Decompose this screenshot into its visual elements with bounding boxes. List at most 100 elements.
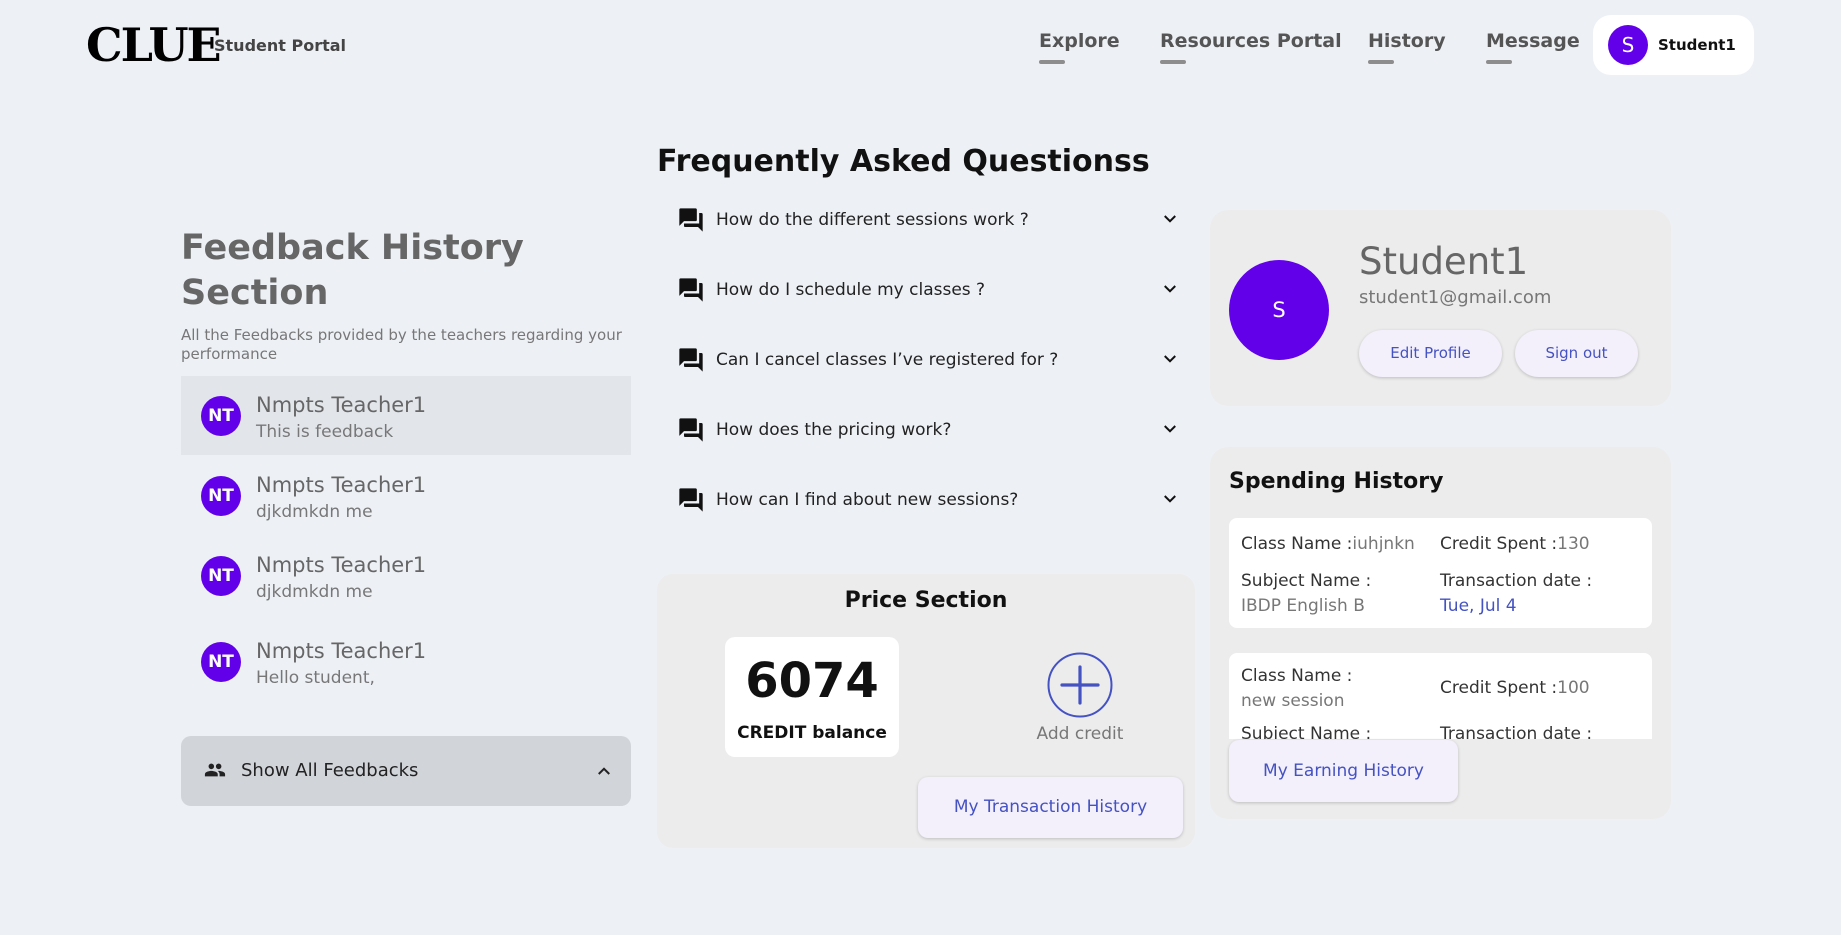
spending-history-card: Spending History Class Name :iuhjnkn Cre… [1210,447,1671,819]
credit-balance-label: CREDIT balance [737,723,887,743]
spending-entry: Class Name : new session Credit Spent :1… [1229,653,1652,739]
chevron-down-icon [1164,355,1176,363]
earning-history-button[interactable]: My Earning History [1229,740,1458,802]
spending-history-title: Spending History [1229,469,1444,494]
credit-spent-value: 130 [1557,534,1590,554]
faq-question: Can I cancel classes I’ve registered for… [716,350,1059,370]
nav-explore[interactable]: Explore [1039,30,1120,64]
nav-message-label: Message [1486,30,1580,52]
transaction-history-button[interactable]: My Transaction History [918,777,1183,838]
feedback-text: This is feedback [256,422,394,442]
subject-name-label: Subject Name : [1241,724,1372,739]
chevron-down-icon [1164,285,1176,293]
nav-resources-portal-label: Resources Portal [1160,30,1342,52]
faq-item[interactable]: How do the different sessions work ? [677,200,1187,240]
credit-spent-value: 100 [1557,678,1590,698]
chevron-up-icon [598,767,610,775]
feedback-list-item[interactable]: NT Nmpts Teacher1 This is feedback [181,376,631,455]
nav-resources-portal[interactable]: Resources Portal [1160,30,1342,64]
class-name-value: iuhjnkn [1352,534,1415,554]
faq-title: Frequently Asked Questionss [657,144,1150,179]
transaction-date-value: Tue, Jul 4 [1440,596,1517,616]
class-name-field: Class Name : new session [1241,664,1352,714]
faq-question: How does the pricing work? [716,420,952,440]
sign-out-button[interactable]: Sign out [1515,330,1638,377]
teacher-name: Nmpts Teacher1 [256,393,427,417]
feedback-list-item[interactable]: NT Nmpts Teacher1 Hello student, [181,622,631,701]
question-answer-icon [679,488,703,512]
profile-name: Student1 [1359,240,1529,283]
feedback-text: Hello student, [256,668,375,688]
credit-balance-value: 6074 [745,653,879,709]
question-answer-icon [679,418,703,442]
nav-underline [1486,60,1512,64]
subject-name-value: IBDP English B [1241,596,1365,616]
app-logo[interactable]: CLUE [86,18,222,72]
teacher-avatar: NT [201,642,241,682]
teacher-avatar: NT [201,476,241,516]
add-credit-label[interactable]: Add credit [1000,724,1160,744]
question-answer-icon [679,278,703,302]
spending-history-list[interactable]: Class Name :iuhjnkn Credit Spent :130 Su… [1229,518,1652,739]
question-answer-icon [679,208,703,232]
spending-entry: Class Name :iuhjnkn Credit Spent :130 Su… [1229,518,1652,628]
price-section: Price Section 6074 CREDIT balance Add cr… [657,574,1195,848]
nav-underline [1368,60,1394,64]
chevron-down-icon [1164,495,1176,503]
teacher-name: Nmpts Teacher1 [256,639,427,663]
faq-question: How can I find about new sessions? [716,490,1019,510]
show-all-feedbacks-button[interactable]: Show All Feedbacks [181,736,631,806]
question-answer-icon [679,348,703,372]
faq-question: How do I schedule my classes ? [716,280,986,300]
teacher-name: Nmpts Teacher1 [256,473,427,497]
teacher-avatar: NT [201,396,241,436]
faq-item[interactable]: How can I find about new sessions? [677,480,1187,520]
chevron-down-icon [1164,425,1176,433]
teacher-name: Nmpts Teacher1 [256,553,427,577]
transaction-date-label: Transaction date : [1440,724,1593,739]
feedback-section-description: All the Feedbacks provided by the teache… [181,326,622,363]
add-credit-button[interactable] [1047,652,1113,718]
nav-underline [1039,60,1065,64]
class-name-field: Class Name :iuhjnkn [1241,534,1415,554]
credit-spent-field: Credit Spent :100 [1440,678,1590,698]
credit-spent-label: Credit Spent : [1440,534,1558,554]
credit-balance-card: 6074 CREDIT balance [725,637,899,757]
price-section-title: Price Section [844,588,1008,613]
class-name-label: Class Name : [1241,666,1353,686]
profile-email: student1@gmail.com [1359,287,1552,308]
faq-question: How do the different sessions work ? [716,210,1029,230]
people-icon [204,763,226,777]
class-name-label: Class Name : [1241,534,1353,554]
show-all-feedbacks-label: Show All Feedbacks [241,760,419,781]
faq-item[interactable]: How do I schedule my classes ? [677,270,1187,310]
nav-history-label: History [1368,30,1446,52]
class-name-value: new session [1241,691,1345,711]
transaction-date-label: Transaction date : [1440,571,1593,591]
user-name: Student1 [1658,36,1736,54]
nav-explore-label: Explore [1039,30,1120,52]
feedback-list-item[interactable]: NT Nmpts Teacher1 djkdmkdn me [181,456,631,535]
credit-spent-field: Credit Spent :130 [1440,534,1590,554]
nav-history[interactable]: History [1368,30,1446,64]
credit-spent-label: Credit Spent : [1440,678,1558,698]
teacher-avatar: NT [201,556,241,596]
edit-profile-button[interactable]: Edit Profile [1359,330,1502,377]
feedback-list-item[interactable]: NT Nmpts Teacher1 djkdmkdn me [181,536,631,615]
faq-item[interactable]: How does the pricing work? [677,410,1187,450]
transaction-date-field: Transaction date : Tue, Jul 4 [1440,569,1592,619]
subject-name-label: Subject Name : [1241,571,1372,591]
faq-item[interactable]: Can I cancel classes I’ve registered for… [677,340,1187,380]
feedback-text: djkdmkdn me [256,502,373,522]
avatar: S [1608,25,1648,65]
user-menu-button[interactable]: S Student1 [1593,15,1754,75]
chevron-down-icon [1164,215,1176,223]
profile-avatar: S [1229,260,1329,360]
feedback-section-title: Feedback History Section [181,228,524,313]
nav-message[interactable]: Message [1486,30,1580,64]
nav-underline [1160,60,1186,64]
feedback-text: djkdmkdn me [256,582,373,602]
profile-card: S Student1 student1@gmail.com Edit Profi… [1210,210,1671,406]
logo-subtitle: Student Portal [214,36,347,55]
subject-name-field: Subject Name : IBDP English B [1241,569,1371,619]
